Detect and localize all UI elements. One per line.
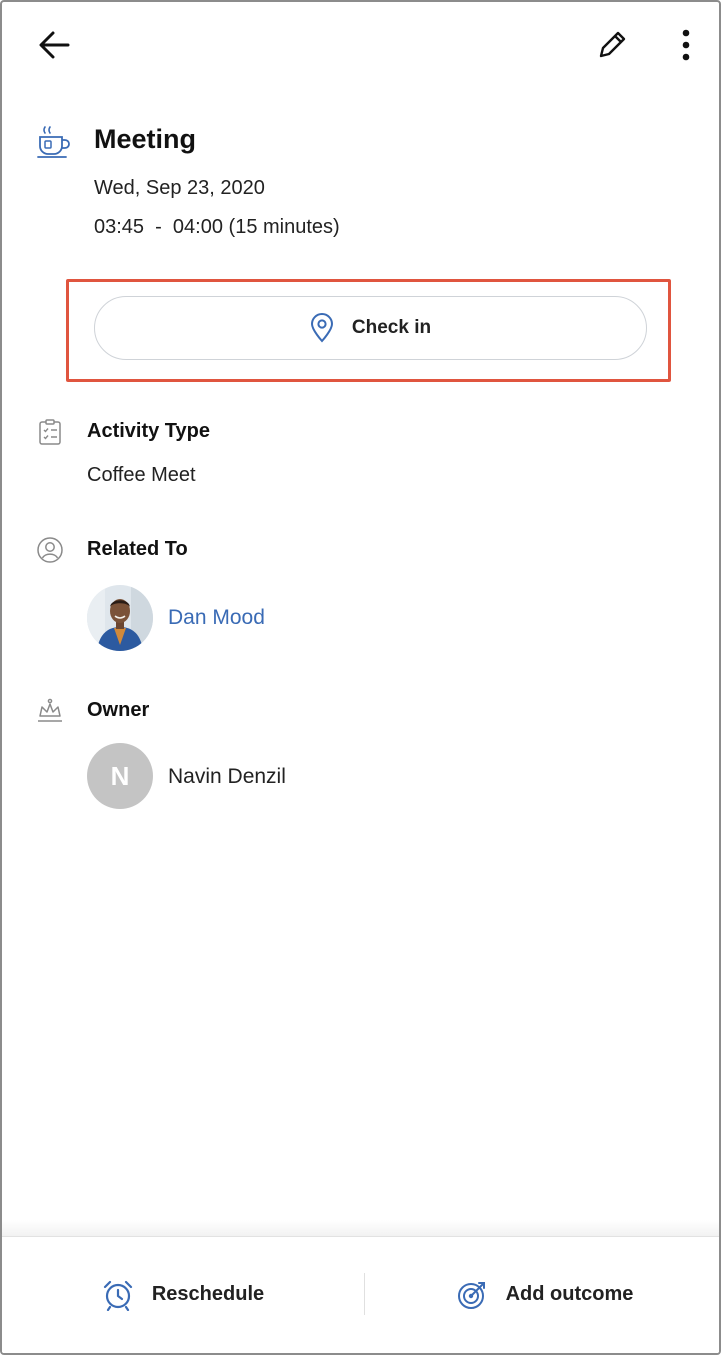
location-pin-icon [310, 313, 333, 343]
alarm-clock-icon [103, 1280, 132, 1311]
add-outcome-button[interactable]: Add outcome [366, 1237, 719, 1352]
crown-icon [38, 698, 62, 722]
reschedule-button[interactable]: Reschedule [2, 1237, 364, 1352]
check-in-button[interactable]: Check in [94, 296, 647, 360]
pencil-icon [599, 31, 626, 58]
owner-name: Navin Denzil [168, 765, 286, 788]
owner-avatar: N [87, 743, 153, 809]
more-vertical-icon [682, 29, 690, 61]
activity-type-label: Activity Type [87, 420, 210, 442]
contact-photo [87, 585, 153, 651]
clipboard-checklist-icon [39, 419, 61, 445]
related-to-label: Related To [87, 538, 188, 560]
app-screen: Meeting Wed, Sep 23, 2020 03:45 - 04:00 … [0, 0, 721, 1355]
bottom-action-bar: Reschedule Add outcome [2, 1236, 719, 1353]
meeting-date: Wed, Sep 23, 2020 [94, 177, 265, 199]
related-contact-avatar[interactable] [87, 585, 153, 651]
meeting-time-range: 03:45 - 04:00 (15 minutes) [94, 216, 340, 238]
more-options-button[interactable] [666, 20, 706, 70]
user-circle-icon [37, 537, 63, 563]
owner-label: Owner [87, 699, 150, 721]
bottom-bar-divider [364, 1273, 365, 1315]
related-contact-link[interactable]: Dan Mood [168, 606, 265, 630]
target-icon [457, 1281, 485, 1309]
activity-type-value: Coffee Meet [87, 464, 196, 486]
edit-button[interactable] [586, 20, 638, 70]
check-in-label: Check in [351, 317, 432, 338]
add-outcome-label: Add outcome [505, 1283, 634, 1305]
arrow-left-icon [39, 31, 70, 59]
back-button[interactable] [28, 20, 80, 70]
reschedule-label: Reschedule [151, 1283, 265, 1305]
coffee-cup-icon [37, 126, 70, 158]
meeting-title: Meeting [94, 124, 197, 154]
